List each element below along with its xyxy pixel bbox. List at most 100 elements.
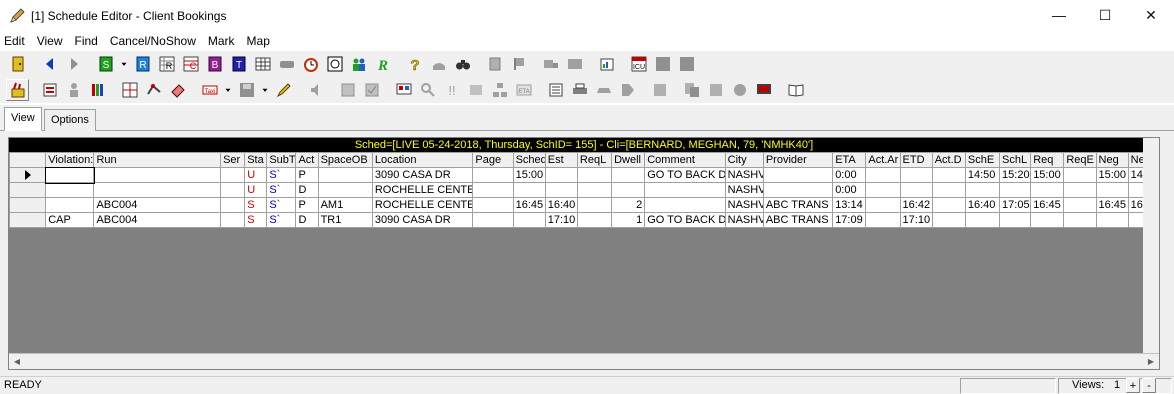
swap-button[interactable] [38, 79, 61, 101]
col-header-act-d[interactable]: Act.D [931, 152, 966, 168]
menu-view[interactable]: View [33, 32, 68, 50]
cell-schl[interactable]: 15:20 [999, 167, 1032, 183]
cell-provider[interactable]: ABC TRANS [762, 212, 834, 228]
cell-reql[interactable] [576, 212, 613, 228]
col-header-provider[interactable]: Provider [762, 152, 834, 168]
cell-run[interactable]: ABC004 [93, 197, 222, 213]
cell-neg[interactable] [1095, 212, 1129, 228]
cell-comment[interactable]: GO TO BACK D [644, 212, 726, 228]
cell-reql[interactable] [576, 167, 613, 183]
cell-city[interactable]: NASHV [724, 182, 764, 198]
col-header-ser[interactable]: Ser [220, 152, 246, 168]
timer-button[interactable] [323, 53, 346, 75]
cell-dwell[interactable] [611, 167, 646, 183]
cell-location[interactable]: 3090 CASA DR [371, 212, 474, 228]
tab-view[interactable]: View [4, 107, 42, 131]
cell-sched[interactable] [512, 182, 546, 198]
row-selector[interactable] [8, 197, 47, 213]
car-button[interactable] [592, 79, 615, 101]
col-header-neg[interactable]: Neg [1095, 152, 1129, 168]
checklist-button[interactable] [360, 79, 383, 101]
cell-etd[interactable] [899, 167, 933, 183]
col-header-reql[interactable]: ReqL [576, 152, 613, 168]
cell-act[interactable]: P [295, 197, 319, 213]
face-button[interactable] [728, 79, 751, 101]
cell-city[interactable]: NASHV [724, 212, 764, 228]
cell-dwell[interactable] [611, 182, 646, 198]
row-selector[interactable] [8, 167, 47, 183]
cell-neg[interactable]: 15:00 [1095, 167, 1129, 183]
cell-eta[interactable]: 0:00 [832, 167, 867, 183]
save-dropdown[interactable] [259, 79, 271, 101]
tag-button[interactable] [616, 79, 639, 101]
menu-map[interactable]: Map [243, 32, 275, 50]
table-row[interactable]: U S` D ROCHELLE CENTE NASHV 0:00 [8, 182, 1160, 198]
cell-city[interactable]: NASHV [724, 167, 764, 183]
col-header-sche[interactable]: SchE [964, 152, 1001, 168]
col-header-subt[interactable]: SubT [266, 152, 297, 168]
gray1-button[interactable] [651, 53, 674, 75]
col-header-page[interactable]: Page [472, 152, 514, 168]
copy-button[interactable] [680, 79, 703, 101]
menu-edit[interactable]: Edit [0, 32, 30, 50]
table-row[interactable]: CAP ABC004 S S` D TR1 3090 CASA DR 17:10 1 GO TO… [8, 212, 1160, 228]
cell-req[interactable]: 16:45 [1030, 197, 1065, 213]
route-button[interactable] [142, 79, 165, 101]
truck1-button[interactable] [539, 53, 562, 75]
screen-button[interactable] [392, 79, 415, 101]
col-header-act-ar[interactable]: Act.Ar [865, 152, 901, 168]
cell-violation[interactable] [44, 166, 95, 184]
cell-comment[interactable] [644, 197, 726, 213]
notes-button[interactable] [648, 79, 671, 101]
letters-button[interactable] [336, 79, 359, 101]
cell-page[interactable] [472, 167, 514, 183]
cell-sta[interactable]: S [244, 212, 268, 228]
col-header-sta[interactable]: Sta [244, 152, 268, 168]
col-header-run[interactable]: Run [93, 152, 222, 168]
cell-act-ar[interactable] [865, 167, 901, 183]
cell-reqe[interactable] [1063, 167, 1097, 183]
clock-button[interactable] [299, 53, 322, 75]
t-button[interactable]: T [227, 53, 250, 75]
scroll-right-icon[interactable]: ▶ [1143, 354, 1159, 370]
col-header-location[interactable]: Location [371, 152, 474, 168]
col-header-est[interactable]: Est [544, 152, 578, 168]
col-header-schl[interactable]: SchL [999, 152, 1032, 168]
cell-est[interactable] [544, 167, 578, 183]
task-list-button[interactable] [544, 79, 567, 101]
minimize-button[interactable]: — [1036, 0, 1082, 30]
ambulance-dropdown[interactable] [222, 79, 234, 101]
views-remove-button[interactable]: - [1142, 378, 1156, 393]
cell-ser[interactable] [220, 167, 246, 183]
col-header-sched[interactable]: Sched [512, 152, 546, 168]
cell-act[interactable]: D [295, 212, 319, 228]
cell-neg[interactable]: 16:45 [1095, 197, 1129, 213]
eraser-button[interactable] [166, 79, 189, 101]
cell-act[interactable]: P [295, 167, 319, 183]
search-button[interactable] [416, 79, 439, 101]
cell-est[interactable]: 16:40 [544, 197, 578, 213]
people-button[interactable] [347, 53, 370, 75]
c-button[interactable]: C [179, 53, 202, 75]
cell-sta[interactable]: U [244, 167, 268, 183]
calendar-button[interactable]: ICU [627, 53, 650, 75]
save-button[interactable] [235, 79, 258, 101]
col-header-spaceob[interactable]: SpaceOB [317, 152, 373, 168]
network-button[interactable] [488, 79, 511, 101]
col-header-eta[interactable]: ETA [832, 152, 867, 168]
menu-find[interactable]: Find [70, 32, 102, 50]
cell-subt[interactable]: S` [266, 212, 297, 228]
menu-cancel-noshow[interactable]: Cancel/NoShow [106, 32, 201, 50]
scroll-left-icon[interactable]: ◀ [9, 354, 25, 370]
maximize-button[interactable]: ☐ [1082, 0, 1128, 30]
cell-comment[interactable] [644, 182, 726, 198]
cell-spaceob[interactable] [317, 182, 373, 198]
cell-location[interactable]: ROCHELLE CENTE [371, 197, 474, 213]
cell-etd[interactable]: 16:42 [899, 197, 933, 213]
b-button[interactable]: B [203, 53, 226, 75]
cell-reql[interactable] [576, 197, 613, 213]
schedule-button[interactable]: S [94, 53, 117, 75]
row-selector[interactable] [8, 182, 47, 198]
truck2-button[interactable] [563, 53, 586, 75]
col-header-comment[interactable]: Comment [644, 152, 726, 168]
